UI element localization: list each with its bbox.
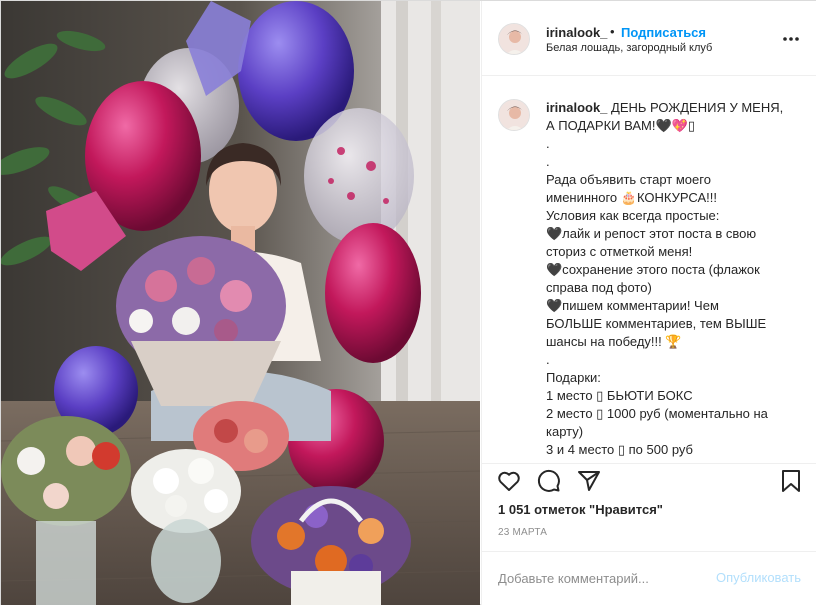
post-photo-image — [1, 1, 480, 605]
likes-count[interactable]: 1 051 отметок "Нравится" — [498, 502, 663, 517]
share-icon[interactable] — [576, 468, 602, 494]
comments-area[interactable]: irinalook_ ДЕНЬ РОЖДЕНИЯ У МЕНЯ, А ПОДАР… — [482, 77, 816, 463]
post-caption: irinalook_ ДЕНЬ РОЖДЕНИЯ У МЕНЯ, А ПОДАР… — [546, 99, 798, 459]
publish-button[interactable]: Опубликовать — [716, 570, 801, 585]
post-dialog: irinalook_ • Подписаться Белая лошадь, з… — [0, 0, 816, 605]
header-username[interactable]: irinalook_ — [546, 25, 607, 40]
add-comment-bar: Опубликовать — [482, 551, 816, 605]
comment-input[interactable] — [498, 567, 698, 589]
location-link[interactable]: Белая лошадь, загородный клуб — [546, 42, 712, 54]
caption-username[interactable]: irinalook_ — [546, 100, 607, 115]
post-side-panel: irinalook_ • Подписаться Белая лошадь, з… — [481, 1, 816, 605]
post-photo[interactable] — [1, 1, 480, 605]
more-horizontal-icon[interactable] — [781, 31, 801, 47]
header-separator: • — [610, 24, 615, 39]
bookmark-icon[interactable] — [778, 468, 804, 494]
caption-avatar[interactable] — [498, 99, 530, 131]
avatar[interactable] — [498, 23, 530, 55]
heart-icon[interactable] — [496, 468, 522, 494]
post-date[interactable]: 23 МАРТА — [498, 527, 547, 538]
follow-button[interactable]: Подписаться — [621, 25, 706, 40]
caption-text: ДЕНЬ РОЖДЕНИЯ У МЕНЯ, А ПОДАРКИ ВАМ!🖤💖▯ … — [546, 100, 784, 457]
post-header: irinalook_ • Подписаться Белая лошадь, з… — [482, 1, 816, 76]
comment-icon[interactable] — [536, 468, 562, 494]
post-actions: 1 051 отметок "Нравится" 23 МАРТА — [482, 463, 816, 543]
